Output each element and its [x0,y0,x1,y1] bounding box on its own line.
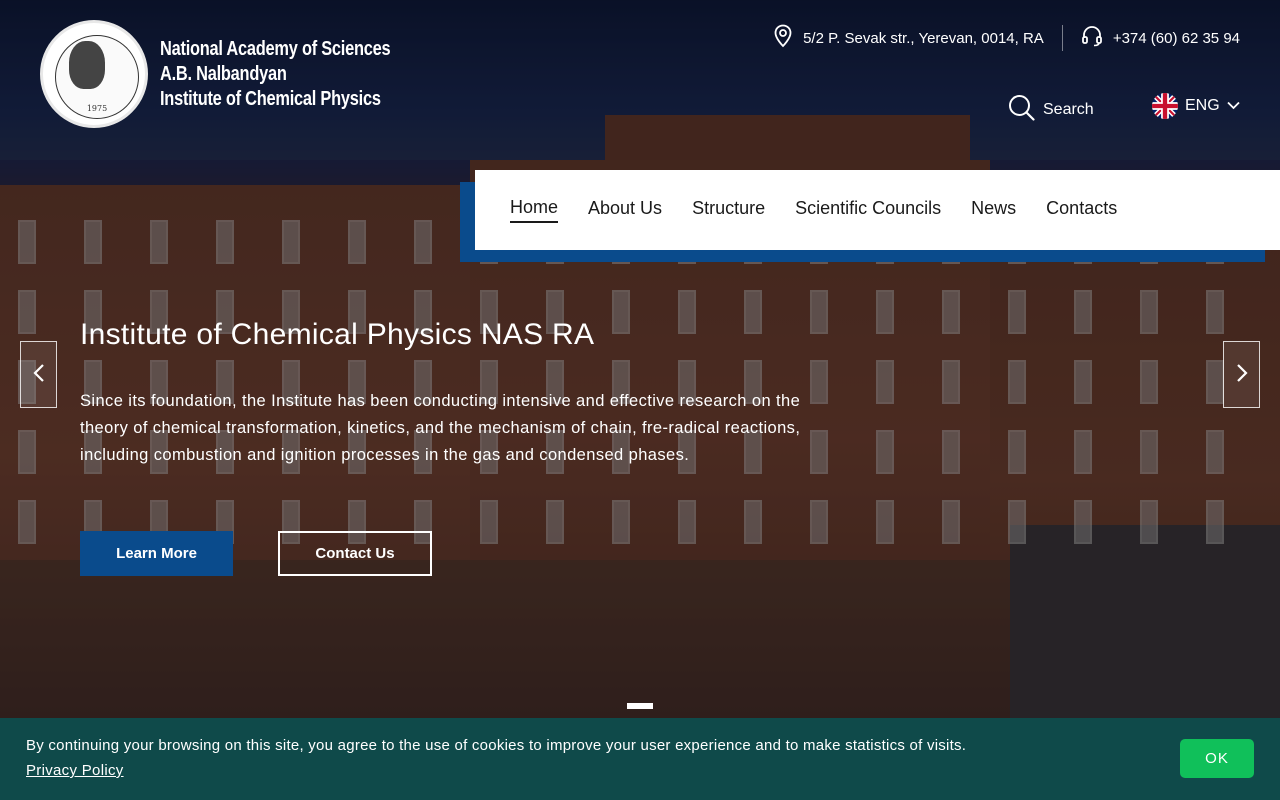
contact-divider [1061,25,1063,51]
site-logo[interactable]: 1975 National Academy of Sciences A.B. N… [40,20,441,128]
seal-year: 1975 [86,104,108,113]
search-button[interactable]: Search [1008,94,1094,126]
slide-title: Institute of Chemical Physics NAS RA [80,318,595,351]
slider-pagination [627,703,653,709]
logo-text: National Academy of Sciences A.B. Nalban… [160,37,391,112]
logo-line-1: National Academy of Sciences [160,37,391,60]
address-text: 5/2 P. Sevak str., Yerevan, 0014, RA [803,29,1044,47]
nav-item-contacts[interactable]: Contacts [1046,198,1117,222]
search-label: Search [1043,101,1094,118]
slider-dot-active[interactable] [627,703,653,709]
cookie-banner: By continuing your browsing on this site… [0,718,1280,800]
search-icon [1008,94,1035,126]
contact-us-button[interactable]: Contact Us [278,531,432,576]
contact-bar: 5/2 P. Sevak str., Yerevan, 0014, RA +37… [773,24,1240,52]
uk-flag-icon [1152,93,1178,119]
privacy-policy-link[interactable]: Privacy Policy [26,762,124,779]
phone[interactable]: +374 (60) 62 35 94 [1081,25,1240,51]
headset-icon [1081,25,1103,51]
logo-line-2: A.B. Nalbandyan [160,62,287,85]
nav-item-scientific-councils[interactable]: Scientific Councils [795,198,941,222]
language-selector[interactable]: ENG [1152,93,1240,119]
academy-seal: 1975 [40,20,148,128]
nav-item-news[interactable]: News [971,198,1016,222]
portrait-emblem [69,41,105,89]
nav-item-about-us[interactable]: About Us [588,198,662,222]
language-label: ENG [1185,97,1220,114]
learn-more-button[interactable]: Learn More [80,531,233,576]
chevron-right-icon [1236,363,1248,387]
nav-item-structure[interactable]: Structure [692,198,765,222]
slide-description: Since its foundation, the Institute has … [80,392,801,464]
chevron-left-icon [32,363,45,387]
logo-line-3: Institute of Chemical Physics [160,87,381,110]
phone-text: +374 (60) 62 35 94 [1112,29,1240,47]
nav-item-home[interactable]: Home [510,197,559,223]
slider-prev-button[interactable] [20,341,57,408]
location-pin-icon [773,24,793,52]
address[interactable]: 5/2 P. Sevak str., Yerevan, 0014, RA [773,24,1044,52]
main-nav: Home About Us Structure Scientific Counc… [475,170,1280,250]
slider-next-button[interactable] [1223,341,1260,408]
cookie-message: By continuing your browsing on this site… [26,737,967,754]
chevron-down-icon [1227,97,1240,115]
cookie-ok-button[interactable]: OK [1180,739,1254,778]
